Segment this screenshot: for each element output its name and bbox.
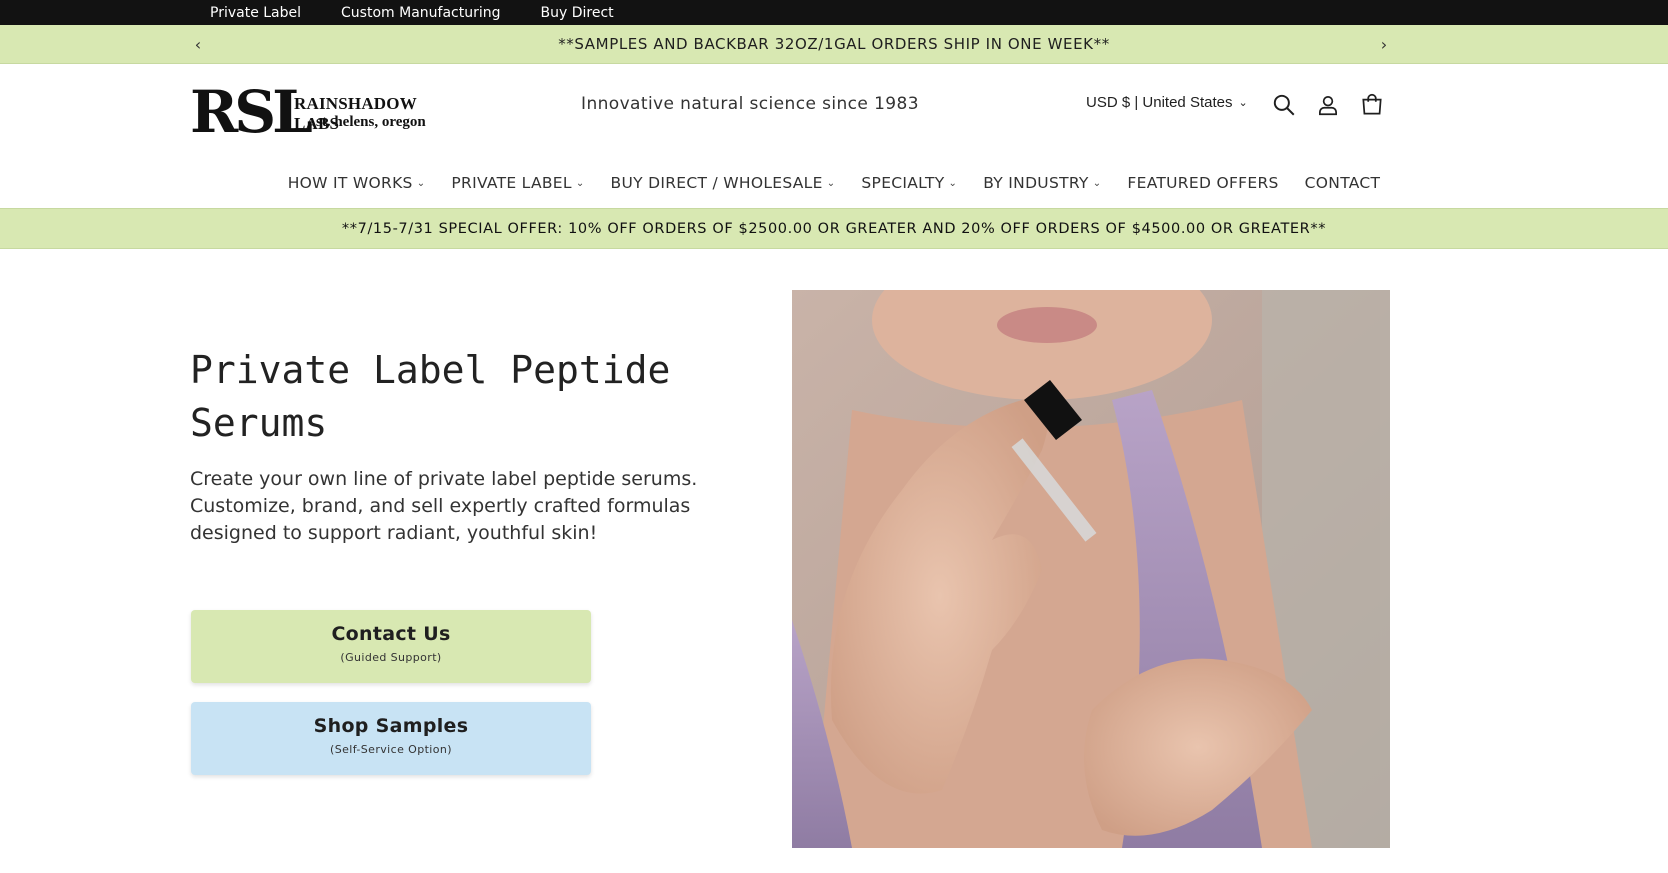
utility-link-buy-direct[interactable]: Buy Direct (541, 5, 614, 21)
shop-samples-sublabel: (Self-Service Option) (330, 743, 452, 756)
chevron-down-icon: ⌄ (948, 177, 958, 189)
tagline: Innovative natural science since 1983 (581, 94, 919, 114)
utility-links: Private Label Custom Manufacturing Buy D… (210, 0, 614, 25)
special-offer-text: **7/15-7/31 SPECIAL OFFER: 10% OFF ORDER… (341, 221, 1327, 237)
chevron-down-icon: ⌄ (1238, 97, 1248, 109)
nav-item-label: PRIVATE LABEL (451, 174, 572, 192)
search-icon[interactable] (1271, 92, 1297, 118)
page-title: Private Label Peptide Serums (190, 344, 750, 450)
contact-us-sublabel: (Guided Support) (340, 651, 442, 664)
chevron-down-icon: ⌄ (826, 177, 836, 189)
nav-item-label: HOW IT WORKS (287, 174, 413, 192)
page-title-line-1: Private Label Peptide (190, 348, 671, 392)
nav-item-label: FEATURED OFFERS (1127, 174, 1279, 192)
nav-item-private-label[interactable]: PRIVATE LABEL ⌄ (451, 168, 584, 198)
hero-description: Create your own line of private label pe… (190, 466, 710, 547)
hero-image (792, 290, 1390, 848)
nav-item-by-industry[interactable]: BY INDUSTRY ⌄ (983, 168, 1101, 198)
utility-bar: Private Label Custom Manufacturing Buy D… (0, 0, 1668, 25)
logo-location: st. helens, oregon (316, 114, 426, 130)
nav-item-how-it-works[interactable]: HOW IT WORKS ⌄ (288, 168, 426, 198)
country-selector[interactable]: USD $ | United States ⌄ (1086, 94, 1248, 111)
site-header: RSL RAINSHADOW LABS st. helens, oregon I… (0, 64, 1668, 208)
utility-link-private-label[interactable]: Private Label (210, 5, 301, 21)
nav-item-label: BUY DIRECT / WHOLESALE (610, 174, 823, 192)
nav-item-label: CONTACT (1304, 174, 1381, 192)
nav-item-featured-offers[interactable]: FEATURED OFFERS (1127, 168, 1278, 198)
logo[interactable]: RSL RAINSHADOW LABS st. helens, oregon (190, 80, 460, 144)
chevron-down-icon: ⌄ (416, 177, 426, 189)
country-selector-label: USD $ | United States (1086, 94, 1233, 111)
nav-item-buy-direct-wholesale[interactable]: BUY DIRECT / WHOLESALE ⌄ (611, 168, 836, 198)
contact-us-button[interactable]: Contact Us (Guided Support) (191, 610, 591, 683)
main-nav: HOW IT WORKS ⌄ PRIVATE LABEL ⌄ BUY DIREC… (0, 168, 1668, 198)
chevron-down-icon: ⌄ (1092, 177, 1102, 189)
account-icon[interactable] (1315, 92, 1341, 118)
announcement-bar: ‹ **SAMPLES AND BACKBAR 32OZ/1GAL ORDERS… (0, 25, 1668, 64)
nav-item-label: SPECIALTY (861, 174, 945, 192)
nav-item-label: BY INDUSTRY (983, 174, 1089, 192)
hero-description-line-1: Create your own line of private label pe… (190, 468, 698, 490)
chevron-right-icon[interactable]: › (1369, 25, 1399, 64)
nav-item-specialty[interactable]: SPECIALTY ⌄ (861, 168, 957, 198)
utility-link-custom-manufacturing[interactable]: Custom Manufacturing (341, 5, 500, 21)
logo-mark: RSL (190, 78, 313, 146)
announcement-text: **SAMPLES AND BACKBAR 32OZ/1GAL ORDERS S… (558, 35, 1110, 53)
hero-description-line-3: designed to support radiant, youthful sk… (190, 522, 598, 544)
cart-icon[interactable] (1359, 92, 1385, 118)
hero-description-line-2: Customize, brand, and sell expertly craf… (190, 495, 691, 517)
contact-us-label: Contact Us (331, 623, 451, 645)
shop-samples-button[interactable]: Shop Samples (Self-Service Option) (191, 702, 591, 775)
nav-item-contact[interactable]: CONTACT (1305, 168, 1381, 198)
shop-samples-label: Shop Samples (313, 715, 469, 737)
special-offer-bar: **7/15-7/31 SPECIAL OFFER: 10% OFF ORDER… (0, 208, 1668, 249)
page-title-line-2: Serums (190, 401, 328, 445)
chevron-down-icon: ⌄ (575, 177, 585, 189)
